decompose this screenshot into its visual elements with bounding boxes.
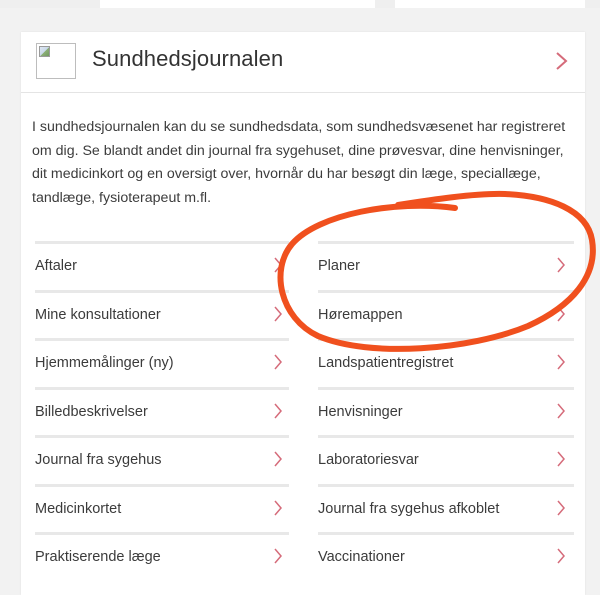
- sundhedsjournalen-card: Sundhedsjournalen I sundhedsjournalen ka…: [21, 32, 585, 595]
- link-hoeremappen[interactable]: Høremappen: [318, 289, 574, 339]
- link-label: Aftaler: [35, 258, 77, 274]
- chevron-right-icon: [557, 306, 565, 321]
- chevron-right-icon: [274, 548, 282, 564]
- chevron-right-icon: [274, 403, 282, 418]
- card-header[interactable]: Sundhedsjournalen: [21, 32, 585, 93]
- link-label: Billedbeskrivelser: [35, 403, 148, 420]
- chevron-right-icon: [557, 548, 565, 564]
- link-henvisninger[interactable]: Henvisninger: [318, 386, 574, 436]
- chevron-right-icon: [274, 306, 282, 321]
- link-mine-konsultationer[interactable]: Mine konsultationer: [35, 289, 289, 339]
- page: Sundhedsjournalen I sundhedsjournalen ka…: [0, 0, 600, 595]
- link-label: Hjemmemålinger (ny): [35, 355, 174, 371]
- chevron-right-icon[interactable]: [554, 50, 570, 72]
- chevron-right-icon: [274, 354, 282, 370]
- card-title: Sundhedsjournalen: [92, 46, 284, 71]
- link-vaccinationer[interactable]: Vaccinationer: [318, 532, 574, 581]
- chevron-right-icon: [274, 500, 282, 515]
- link-landspatientregistret[interactable]: Landspatientregistret: [318, 338, 574, 387]
- card-description: I sundhedsjournalen kan du se sundhedsda…: [32, 119, 566, 206]
- image-placeholder-icon: [39, 46, 50, 57]
- broken-image-icon: [36, 43, 76, 79]
- link-label: Henvisninger: [318, 403, 403, 420]
- link-hjemmemaalinger-ny[interactable]: Hjemmemålinger (ny): [35, 338, 289, 387]
- link-laboratoriesvar[interactable]: Laboratoriesvar: [318, 435, 574, 484]
- links-column-right: Planer Høremappen Landspatientregistret Hen…: [318, 241, 574, 581]
- top-strip: [0, 0, 600, 8]
- chevron-right-icon: [557, 403, 565, 418]
- top-strip-segment: [100, 0, 375, 8]
- link-planer[interactable]: Planer: [318, 241, 574, 290]
- link-label: Medicinkortet: [35, 500, 122, 517]
- link-label: Høremappen: [318, 306, 403, 323]
- link-praktiserende-laege[interactable]: Praktiserende læge: [35, 532, 289, 581]
- link-label: Vaccinationer: [318, 549, 405, 565]
- link-medicinkortet[interactable]: Medicinkortet: [35, 483, 289, 533]
- chevron-right-icon: [557, 451, 565, 467]
- link-journal-fra-sygehus[interactable]: Journal fra sygehus: [35, 435, 289, 484]
- link-label: Laboratoriesvar: [318, 452, 419, 468]
- chevron-right-icon: [557, 354, 565, 370]
- chevron-right-icon: [274, 257, 282, 273]
- chevron-right-icon: [557, 257, 565, 273]
- link-label: Landspatientregistret: [318, 355, 454, 371]
- link-label: Mine konsultationer: [35, 306, 161, 323]
- top-strip-segment: [395, 0, 585, 8]
- link-label: Praktiserende læge: [35, 549, 161, 565]
- link-label: Journal fra sygehus afkoblet: [318, 500, 500, 517]
- link-aftaler[interactable]: Aftaler: [35, 241, 289, 290]
- link-billedbeskrivelser[interactable]: Billedbeskrivelser: [35, 386, 289, 436]
- chevron-right-icon: [274, 451, 282, 467]
- link-label: Planer: [318, 258, 360, 274]
- link-label: Journal fra sygehus: [35, 452, 162, 468]
- link-journal-fra-sygehus-afkoblet[interactable]: Journal fra sygehus afkoblet: [318, 483, 574, 533]
- chevron-right-icon: [557, 500, 565, 515]
- links-column-left: Aftaler Mine konsultationer Hjemmemålinger…: [35, 241, 289, 581]
